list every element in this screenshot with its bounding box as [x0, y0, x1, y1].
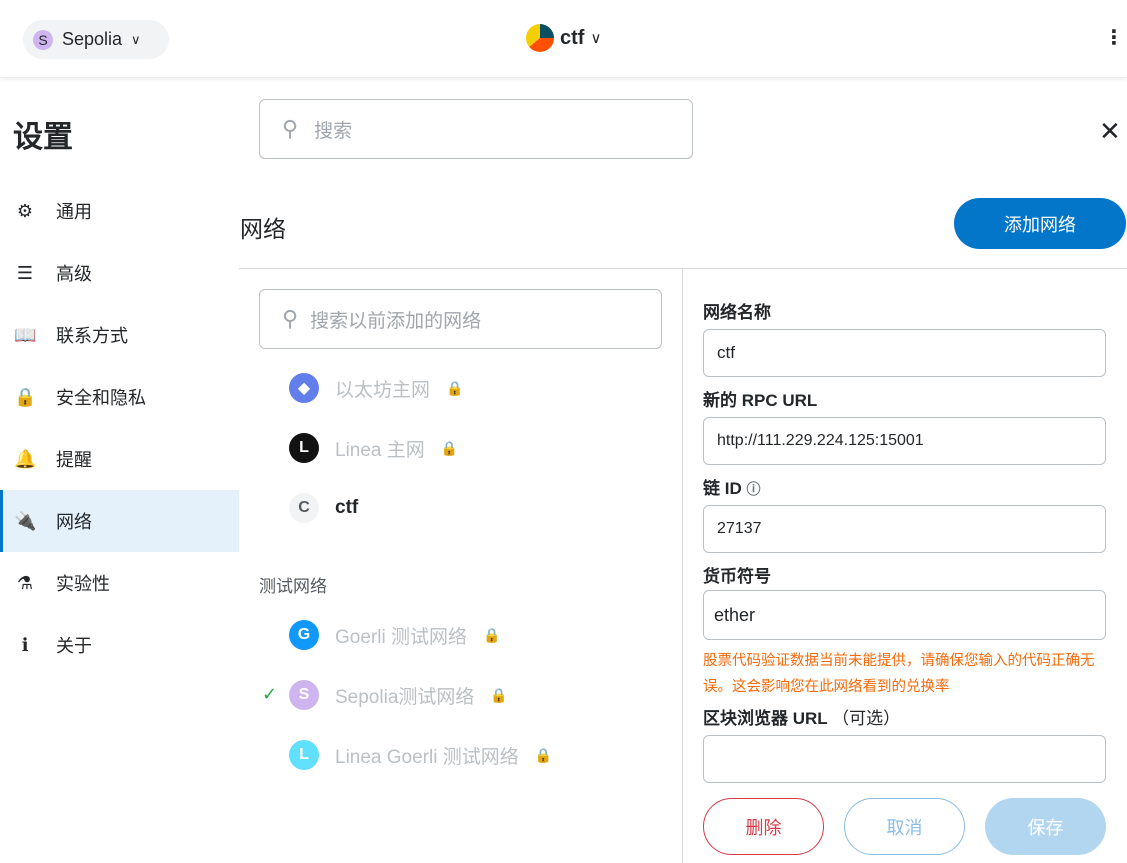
bell-icon: 🔔 [14, 448, 37, 469]
network-name: 以太坊主网 [335, 379, 431, 401]
sidebar-item-label: 实验性 [56, 574, 110, 594]
cancel-button[interactable]: 取消 [844, 798, 965, 855]
sidebar-item-5[interactable]: 🔌 网络 [0, 490, 239, 552]
section-title: 网络 [240, 216, 286, 242]
settings-search-input[interactable]: ⚲ 搜索 [259, 99, 693, 159]
network-search-input[interactable]: ⚲ 搜索以前添加的网络 [259, 289, 662, 349]
top-bar: S Sepolia ∨ ctf ∨ ⋮ [0, 0, 1127, 78]
save-button[interactable]: 保存 [985, 798, 1106, 855]
sidebar-item-label: 关于 [56, 636, 92, 656]
sidebar-item-label: 高级 [56, 264, 92, 284]
divider [682, 268, 683, 863]
optional-label: （可选） [832, 709, 901, 728]
sidebar-item-2[interactable]: 📖 联系方式 [0, 304, 239, 366]
plug-icon: 🔌 [14, 510, 37, 531]
network-item[interactable]: L Linea 主网 🔒 [289, 433, 458, 463]
currency-symbol-label: 货币符号 [703, 567, 771, 586]
chain-id-label-text: 链 ID [703, 479, 742, 498]
sidebar-item-label: 网络 [56, 512, 92, 532]
gear-icon: ⚙ [16, 200, 34, 221]
network-name: Linea Goerli 测试网络 [335, 746, 519, 768]
sidebar-item-label: 安全和隐私 [56, 388, 146, 408]
chain-id-input[interactable]: 27137 [703, 505, 1106, 553]
search-icon: ⚲ [282, 116, 299, 141]
sidebar-item-1[interactable]: ☰ 高级 [0, 242, 239, 304]
network-name: Sepolia测试网络 [335, 686, 475, 708]
network-name: Linea 主网 [335, 439, 425, 461]
rpc-url-label: 新的 RPC URL [703, 391, 818, 410]
network-item[interactable]: L Linea Goerli 测试网络 🔒 [289, 740, 552, 770]
sidebar-item-3[interactable]: 🔒 安全和隐私 [0, 366, 239, 428]
network-icon: ◆ [289, 373, 319, 403]
sidebar: ⚙ 通用 ☰ 高级 📖 联系方式 🔒 安全和隐私 🔔 提醒 🔌 网络 ⚗ 实验性 ℹ 关于 [0, 180, 239, 676]
lock-icon: 🔒 [534, 746, 553, 763]
symbol-warning: 股票代码验证数据当前未能提供，请确保您输入的代码正确无误。这会影响您在此网络看到… [703, 653, 1095, 695]
info-icon[interactable]: ⓘ [746, 481, 760, 497]
network-item[interactable]: S Sepolia测试网络 🔒 [289, 680, 508, 710]
page-title: 设置 [13, 121, 73, 154]
search-icon: ⚲ [282, 306, 299, 331]
sidebar-item-label: 提醒 [56, 450, 92, 470]
network-item[interactable]: G Goerli 测试网络 🔒 [289, 620, 500, 650]
network-icon: G [289, 620, 319, 650]
lock-icon: 🔒 [14, 386, 37, 407]
network-name-input[interactable]: ctf [703, 329, 1106, 377]
network-name: ctf [335, 497, 359, 518]
flask-icon: ⚗ [16, 572, 34, 593]
explorer-url-label: 区块浏览器 URL （可选） [703, 704, 900, 729]
more-menu-icon[interactable]: ⋮ [1104, 28, 1124, 48]
delete-button[interactable]: 删除 [703, 798, 824, 855]
sidebar-item-7[interactable]: ℹ 关于 [0, 614, 239, 676]
sidebar-item-6[interactable]: ⚗ 实验性 [0, 552, 239, 614]
account-avatar-icon [526, 24, 554, 52]
lock-icon: 🔒 [490, 686, 508, 703]
sidebar-item-label: 联系方式 [56, 326, 128, 346]
network-name: Sepolia [62, 29, 123, 49]
sidebar-item-4[interactable]: 🔔 提醒 [0, 428, 239, 490]
network-icon: C [289, 493, 319, 523]
test-networks-label: 测试网络 [259, 577, 327, 596]
explorer-label-text: 区块浏览器 URL [703, 709, 828, 728]
search-placeholder: 搜索以前添加的网络 [310, 310, 482, 332]
chain-id-label: 链 ID ⓘ [703, 474, 760, 499]
chevron-down-icon: ∨ [131, 31, 141, 47]
sliders-icon: ☰ [16, 262, 34, 283]
currency-symbol-input[interactable]: ether [703, 590, 1106, 640]
book-icon: 📖 [14, 324, 37, 345]
rpc-url-input[interactable]: http://111.229.224.125:15001 [703, 417, 1106, 465]
network-icon: L [289, 433, 319, 463]
account-name: ctf [560, 26, 585, 49]
network-name: Goerli 测试网络 [335, 626, 467, 648]
network-icon: S [289, 680, 319, 710]
lock-icon: 🔒 [446, 379, 464, 396]
chevron-down-icon: ∨ [590, 30, 602, 47]
search-placeholder: 搜索 [314, 120, 353, 142]
network-avatar: S [33, 29, 53, 50]
account-selector[interactable]: ctf ∨ [526, 24, 601, 52]
info-icon: ℹ [21, 634, 29, 655]
lock-icon: 🔒 [482, 626, 501, 643]
explorer-url-input[interactable] [703, 735, 1106, 783]
network-name-label: 网络名称 [703, 303, 771, 322]
check-icon: ✓ [262, 684, 278, 704]
network-icon: L [289, 740, 319, 770]
network-item[interactable]: ◆ 以太坊主网 🔒 [289, 373, 463, 403]
close-icon[interactable]: ✕ [1099, 116, 1121, 147]
sidebar-item-label: 通用 [56, 202, 92, 222]
add-network-button[interactable]: 添加网络 [954, 198, 1126, 249]
lock-icon: 🔒 [440, 439, 459, 456]
divider [239, 268, 1127, 269]
network-item[interactable]: Cctf [289, 493, 358, 523]
network-selector[interactable]: S Sepolia ∨ [23, 20, 169, 59]
sidebar-item-0[interactable]: ⚙ 通用 [0, 180, 239, 242]
